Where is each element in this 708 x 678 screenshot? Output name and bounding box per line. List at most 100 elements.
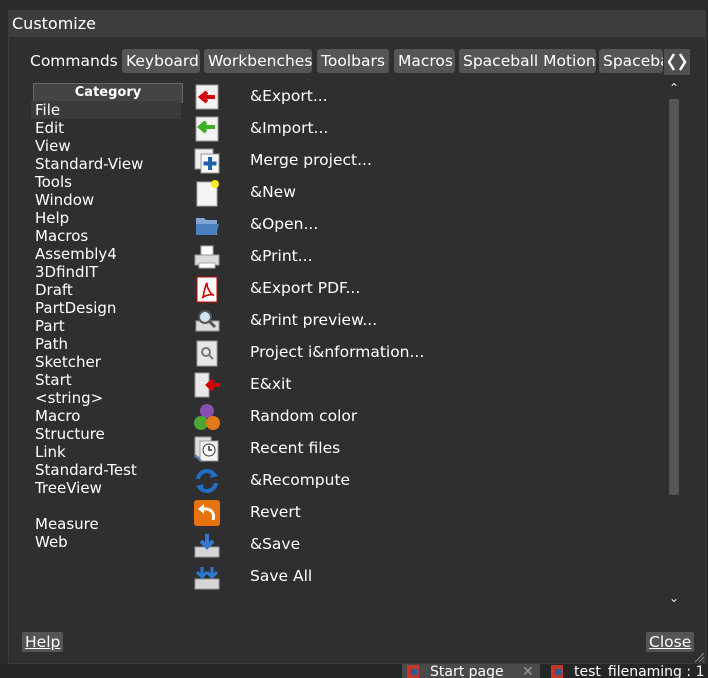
document-tab-bar: Start page ✕ test_filenaming : 1 (0, 664, 708, 678)
command-row[interactable]: &Open... (191, 209, 661, 241)
category-item-macros[interactable]: Macros (31, 227, 181, 245)
category-header[interactable]: Category (33, 83, 183, 103)
category-item-macro[interactable]: Macro (31, 407, 181, 425)
category-item-draft[interactable]: Draft (31, 281, 181, 299)
document-tab-label: Start page (430, 664, 504, 678)
close-icon[interactable]: ✕ (522, 664, 534, 678)
save-icon (193, 531, 221, 559)
command-label: Revert (250, 503, 301, 521)
category-item-file[interactable]: File (31, 101, 181, 119)
command-row[interactable]: &Print preview... (191, 305, 661, 337)
print-icon (193, 243, 221, 271)
tab-keyboard[interactable]: Keyboard (122, 49, 200, 73)
document-tab-test-filenaming[interactable]: test_filenaming : 1 (546, 664, 708, 678)
tab-spaceball-motion[interactable]: Spaceball Motion (459, 49, 596, 73)
tab-scroll-button[interactable] (664, 49, 690, 75)
tab-macros[interactable]: Macros (394, 49, 455, 73)
command-label: Random color (250, 407, 358, 425)
command-label: &Print preview... (250, 311, 378, 329)
import-icon (193, 115, 221, 143)
freecad-icon (407, 665, 419, 678)
category-item-link[interactable]: Link (31, 443, 181, 461)
command-row[interactable]: &Print... (191, 241, 661, 273)
category-item-string[interactable]: <string> (31, 389, 181, 407)
command-row[interactable]: Save All (191, 561, 661, 593)
command-label: &Import... (250, 119, 329, 137)
command-label: Save All (250, 567, 313, 585)
project-info-icon (193, 339, 221, 367)
command-row[interactable]: &Save (191, 529, 661, 561)
category-item-window[interactable]: Window (31, 191, 181, 209)
pdf-icon (193, 275, 221, 303)
command-scrollbar[interactable]: ⌃ ⌄ (667, 81, 681, 607)
command-row[interactable]: &Import... (191, 113, 661, 145)
category-item-partdesign[interactable]: PartDesign (31, 299, 181, 317)
command-row[interactable]: Recent files (191, 433, 661, 465)
random-color-icon (193, 403, 221, 431)
print-preview-icon (193, 307, 221, 335)
category-item-measure[interactable]: Measure (31, 515, 181, 533)
command-row[interactable]: Project i&nformation... (191, 337, 661, 369)
category-item-edit[interactable]: Edit (31, 119, 181, 137)
category-item-sketcher[interactable]: Sketcher (31, 353, 181, 371)
document-tab-label: test_filenaming : 1 (574, 664, 705, 678)
help-button[interactable]: Help (22, 632, 64, 652)
command-label: Merge project... (250, 151, 372, 169)
command-label: &Print... (250, 247, 313, 265)
scroll-thumb[interactable] (669, 99, 679, 495)
category-item-path[interactable]: Path (31, 335, 181, 353)
category-item-help[interactable]: Help (31, 209, 181, 227)
category-item-blank[interactable] (31, 497, 181, 515)
command-row[interactable]: &New (191, 177, 661, 209)
close-button[interactable]: Close (646, 632, 695, 652)
command-label: Recent files (250, 439, 341, 457)
category-item-tools[interactable]: Tools (31, 173, 181, 191)
tab-commands[interactable]: Commands (26, 49, 118, 73)
category-item-start[interactable]: Start (31, 371, 181, 389)
dialog-title: Customize (12, 14, 96, 33)
category-item-standard-view[interactable]: Standard-View (31, 155, 181, 173)
resize-grip-icon[interactable] (693, 651, 705, 663)
command-label: E&xit (250, 375, 292, 393)
command-row[interactable]: Random color (191, 401, 661, 433)
tab-spaceball-buttons[interactable]: Spaceba (599, 49, 663, 73)
command-label: &New (250, 183, 296, 201)
chevron-left-right-icon (667, 53, 687, 71)
revert-icon (193, 499, 221, 527)
command-label: &Export... (250, 87, 328, 105)
tab-workbenches[interactable]: Workbenches (204, 49, 312, 73)
customize-dialog: Customize Commands Keyboard Workbenches … (8, 10, 706, 664)
command-row[interactable]: Merge project... (191, 145, 661, 177)
document-tab-start-page[interactable]: Start page ✕ (402, 664, 540, 678)
new-document-icon (193, 179, 221, 207)
category-item-assembly4[interactable]: Assembly4 (31, 245, 181, 263)
category-item-view[interactable]: View (31, 137, 181, 155)
category-panel: Category File Edit View Standard-View To… (31, 83, 191, 553)
category-item-treeview[interactable]: TreeView (31, 479, 181, 497)
freecad-icon (551, 665, 563, 678)
tab-toolbars[interactable]: Toolbars (317, 49, 389, 73)
category-item-3dfindit[interactable]: 3DfindIT (31, 263, 181, 281)
category-list: File Edit View Standard-View Tools Windo… (31, 101, 181, 551)
title-bar[interactable]: Customize (9, 11, 705, 37)
command-label: &Open... (250, 215, 319, 233)
tab-bar: Commands Keyboard Workbenches Toolbars M… (9, 47, 705, 75)
open-folder-icon (193, 211, 221, 239)
command-row[interactable]: &Export... (191, 81, 661, 113)
command-row[interactable]: &Export PDF... (191, 273, 661, 305)
category-item-standard-test[interactable]: Standard-Test (31, 461, 181, 479)
category-item-web[interactable]: Web (31, 533, 181, 551)
command-row[interactable]: Revert (191, 497, 661, 529)
command-row[interactable]: &Recompute (191, 465, 661, 497)
command-list: &Export... &Import... Merge project... &… (191, 81, 681, 605)
chevron-up-icon[interactable]: ⌃ (667, 81, 681, 95)
exit-icon (193, 371, 221, 399)
category-item-structure[interactable]: Structure (31, 425, 181, 443)
command-row[interactable]: E&xit (191, 369, 661, 401)
command-label: &Save (250, 535, 301, 553)
recent-files-icon (193, 435, 221, 463)
command-label: &Export PDF... (250, 279, 361, 297)
command-label: Project i&nformation... (250, 343, 425, 361)
category-item-part[interactable]: Part (31, 317, 181, 335)
chevron-down-icon[interactable]: ⌄ (667, 591, 681, 605)
